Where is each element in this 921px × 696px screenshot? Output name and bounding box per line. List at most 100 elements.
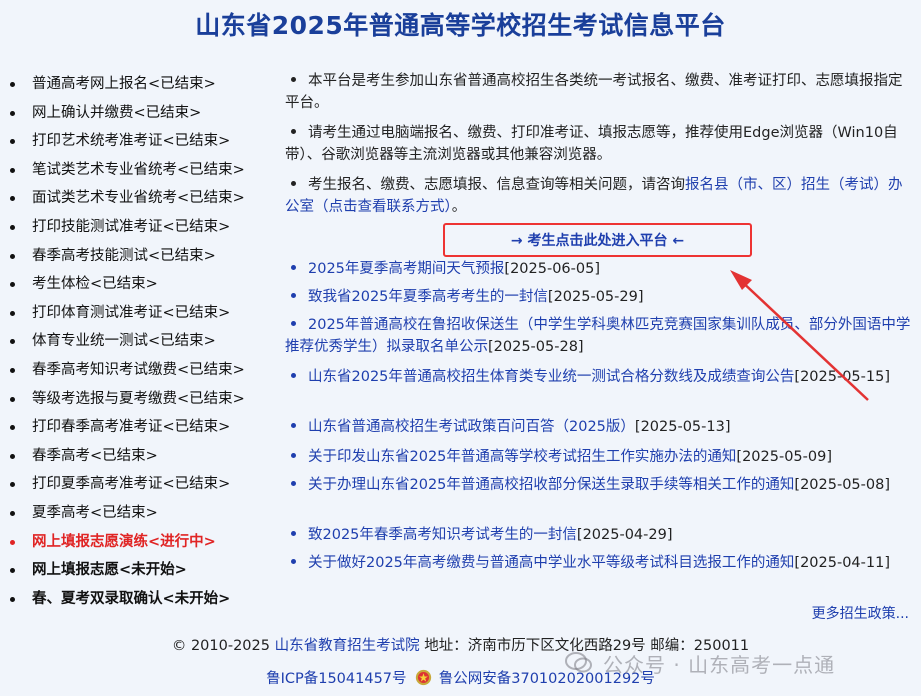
watermark-text: 公众号 · 山东高考一点通	[603, 652, 836, 677]
bullet-icon	[10, 596, 15, 602]
news-title-link[interactable]: 2025年普通高校在鲁招收保送生（中学生学科奥林匹克竞赛国家集训队成员、部分外国…	[285, 317, 910, 355]
bullet-icon	[10, 339, 15, 345]
bullet-icon	[10, 224, 15, 230]
icp-link[interactable]: 鲁ICP备15041457号	[266, 671, 406, 687]
left-menu-item[interactable]: 春、夏考双录取确认<未开始>	[6, 585, 281, 614]
left-menu-item[interactable]: 笔试类艺术专业省统考<已结束>	[6, 156, 281, 185]
left-menu-item[interactable]: 普通高考网上报名<已结束>	[6, 70, 281, 99]
left-menu-link[interactable]: 体育专业统一测试<已结束>	[32, 333, 216, 349]
left-menu-item[interactable]: 网上填报志愿演练<进行中>	[6, 528, 281, 557]
left-menu-link[interactable]: 春季高考知识考试缴费<已结束>	[32, 362, 245, 378]
news-title-link[interactable]: 致2025年春季高考知识考试考生的一封信	[308, 527, 577, 543]
left-menu-item[interactable]: 打印体育测试准考证<已结束>	[6, 299, 281, 328]
bullet-icon	[10, 453, 15, 459]
notice-text: 本平台是考生参加山东省普通高校招生各类统一考试报名、缴费、准考证打印、志愿填报指…	[285, 73, 903, 111]
bullet-icon	[10, 539, 15, 545]
news-date: [2025-04-11]	[794, 555, 890, 571]
police-badge-icon	[415, 669, 432, 686]
bullet-icon	[291, 481, 296, 486]
bullet-icon	[10, 310, 15, 316]
news-title-link[interactable]: 2025年夏季高考期间天气预报	[308, 261, 504, 277]
left-menu-item[interactable]: 打印艺术统考准考证<已结束>	[6, 127, 281, 156]
watermark: 公众号 · 山东高考一点通	[565, 648, 835, 678]
page-title: 山东省2025年普通高等学校招生考试信息平台	[195, 11, 726, 40]
bullet-icon	[291, 423, 296, 428]
left-menu-link[interactable]: 等级考选报与夏考缴费<已结束>	[32, 391, 245, 407]
left-menu-item[interactable]: 网上确认并缴费<已结束>	[6, 99, 281, 128]
bullet-icon	[10, 139, 15, 145]
left-menu-link[interactable]: 普通高考网上报名<已结束>	[32, 76, 216, 92]
bullet-icon	[291, 453, 296, 458]
news-date: [2025-05-29]	[547, 289, 644, 305]
left-menu-link[interactable]: 打印体育测试准考证<已结束>	[32, 305, 230, 321]
left-menu-item[interactable]: 春季高考<已结束>	[6, 442, 281, 471]
news-title-link[interactable]: 山东省普通高校招生考试政策百问百答（2025版）	[308, 419, 635, 435]
bullet-icon	[10, 196, 15, 202]
news-title-link[interactable]: 致我省2025年夏季高考考生的一封信	[308, 289, 548, 305]
news-item: 关于办理山东省2025年普通高校招收部分保送生录取手续等相关工作的通知[2025…	[285, 474, 915, 496]
left-menu-link[interactable]: 笔试类艺术专业省统考<已结束>	[32, 162, 245, 178]
news-title-link[interactable]: 关于做好2025年高考缴费与普通高中学业水平等级考试科目选报工作的通知	[308, 555, 794, 571]
news-title-link[interactable]: 山东省2025年普通高校招生体育类专业统一测试合格分数线及成绩查询公告	[308, 369, 794, 385]
left-menu-item[interactable]: 打印技能测试准考证<已结束>	[6, 213, 281, 242]
notice-contact: 考生报名、缴费、志愿填报、信息查询等相关问题，请咨询报名县（市、区）招生（考试）…	[285, 174, 915, 218]
left-menu-link[interactable]: 打印春季高考准考证<已结束>	[32, 419, 230, 435]
left-menu-link[interactable]: 网上确认并缴费<已结束>	[32, 105, 201, 121]
news-title-link[interactable]: 关于办理山东省2025年普通高校招收部分保送生录取手续等相关工作的通知	[308, 477, 794, 493]
bullet-icon	[291, 181, 296, 186]
bullet-icon	[10, 367, 15, 373]
bullet-icon	[10, 482, 15, 488]
bullet-icon	[291, 293, 296, 298]
news-item: 山东省2025年普通高校招生体育类专业统一测试合格分数线及成绩查询公告[2025…	[285, 366, 915, 388]
news-date: [2025-05-13]	[634, 419, 731, 435]
news-item: 致我省2025年夏季高考考生的一封信[2025-05-29]	[285, 286, 915, 308]
notice-end: 。	[451, 199, 467, 215]
bullet-icon	[291, 321, 296, 326]
bullet-icon	[10, 568, 15, 574]
left-menu-link[interactable]: 打印技能测试准考证<已结束>	[32, 219, 230, 235]
left-menu-link[interactable]: 面试类艺术专业省统考<已结束>	[32, 190, 245, 206]
news-date: [2025-05-09]	[736, 449, 832, 465]
bullet-icon	[10, 82, 15, 87]
left-menu-item[interactable]: 打印夏季高考准考证<已结束>	[6, 470, 281, 499]
left-menu-item[interactable]: 等级考选报与夏考缴费<已结束>	[6, 385, 281, 414]
notice-platform: 本平台是考生参加山东省普通高校招生各类统一考试报名、缴费、准考证打印、志愿填报指…	[285, 70, 915, 114]
left-menu: 普通高考网上报名<已结束> 网上确认并缴费<已结束> 打印艺术统考准考证<已结束> 笔…	[6, 70, 281, 613]
left-menu-item[interactable]: 面试类艺术专业省统考<已结束>	[6, 184, 281, 213]
left-menu-item[interactable]: 夏季高考<已结束>	[6, 499, 281, 528]
org-link[interactable]: 山东省教育招生考试院	[275, 638, 420, 654]
left-menu-item[interactable]: 打印春季高考准考证<已结束>	[6, 413, 281, 442]
enter-platform-button[interactable]: → 考生点击此处进入平台 ←	[443, 223, 752, 257]
bullet-icon	[291, 373, 296, 378]
more-policies-link[interactable]: 更多招生政策...	[812, 603, 909, 623]
left-menu-link[interactable]: 打印艺术统考准考证<已结束>	[32, 133, 230, 149]
bullet-icon	[291, 77, 296, 82]
bullet-icon	[10, 510, 15, 516]
news-date: [2025-05-28]	[488, 339, 584, 355]
bullet-icon	[291, 265, 296, 270]
bullet-icon	[291, 559, 296, 564]
left-menu-link[interactable]: 考生体检<已结束>	[32, 276, 158, 292]
news-item: 致2025年春季高考知识考试考生的一封信[2025-04-29]	[285, 524, 915, 546]
left-menu-link[interactable]: 夏季高考<已结束>	[32, 505, 158, 521]
left-menu-item[interactable]: 网上填报志愿<未开始>	[6, 556, 281, 585]
news-item: 2025年夏季高考期间天气预报[2025-06-05]	[285, 258, 915, 280]
bullet-icon	[291, 531, 296, 536]
news-date: [2025-05-15]	[794, 369, 890, 385]
bullet-icon	[10, 282, 15, 288]
left-menu-link[interactable]: 春季高考<已结束>	[32, 448, 158, 464]
left-menu-link[interactable]: 春季高考技能测试<已结束>	[32, 248, 216, 264]
left-menu-item[interactable]: 春季高考知识考试缴费<已结束>	[6, 356, 281, 385]
news-title-link[interactable]: 关于印发山东省2025年普通高等学校考试招生工作实施办法的通知	[308, 449, 736, 465]
left-menu-item[interactable]: 春季高考技能测试<已结束>	[6, 242, 281, 271]
left-menu-link[interactable]: 网上填报志愿演练<进行中>	[32, 534, 216, 550]
left-menu-link[interactable]: 春、夏考双录取确认<未开始>	[32, 591, 230, 607]
left-menu-item[interactable]: 考生体检<已结束>	[6, 270, 281, 299]
bullet-icon	[10, 396, 15, 402]
left-menu-link[interactable]: 网上填报志愿<未开始>	[32, 562, 187, 578]
notice-text: 请考生通过电脑端报名、缴费、打印准考证、填报志愿等，推荐使用Edge浏览器（Wi…	[285, 125, 898, 163]
left-menu-item[interactable]: 体育专业统一测试<已结束>	[6, 327, 281, 356]
news-item: 关于印发山东省2025年普通高等学校考试招生工作实施办法的通知[2025-05-…	[285, 446, 915, 468]
left-menu-link[interactable]: 打印夏季高考准考证<已结束>	[32, 476, 230, 492]
notice-browser: 请考生通过电脑端报名、缴费、打印准考证、填报志愿等，推荐使用Edge浏览器（Wi…	[285, 122, 915, 166]
